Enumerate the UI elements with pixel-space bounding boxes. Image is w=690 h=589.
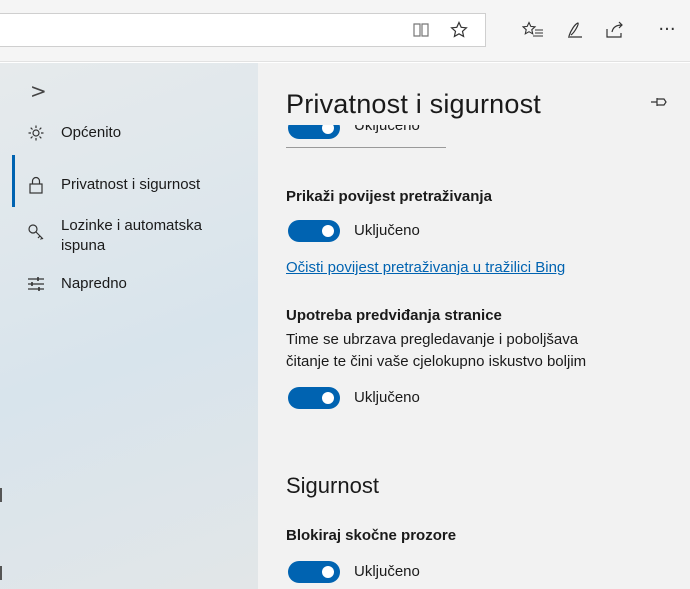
sidebar-item-label-line2: ispuna [61,237,106,254]
share-icon[interactable] [602,18,628,42]
browser-toolbar: ··· [0,0,690,62]
sidebar-item-label: Općenito [61,124,122,141]
setting-title-search-history: Prikaži povijest pretraživanja [286,188,492,205]
setting-description-line1: Time se ubrzava pregledavanje i poboljša… [286,331,579,348]
sidebar-item-label: Privatnost i sigurnost [61,176,201,193]
search-history-toggle[interactable] [288,220,340,242]
more-icon[interactable]: ··· [654,18,680,42]
settings-panel: Privatnost i sigurnost Uključeno Prikaži… [258,63,690,589]
favorite-star-icon[interactable] [446,18,472,42]
page-prediction-toggle[interactable] [288,387,340,409]
clear-bing-history-link[interactable]: Očisti povijest pretraživanja u tražilic… [286,259,565,276]
active-indicator [12,155,15,207]
sidebar-item-label-line1: Lozinke i automatska [61,217,202,234]
window-edge-mark [0,488,2,502]
sliders-icon [26,274,46,294]
toggle-label: Uključeno [354,222,420,239]
block-popups-toggle[interactable] [288,561,340,583]
toggle-switch[interactable] [288,125,340,139]
toggle-label: Uključeno [354,125,420,134]
setting-title-block-popups: Blokiraj skočne prozore [286,527,457,544]
section-title-security: Sigurnost [286,473,379,498]
key-icon [26,222,46,242]
pin-icon[interactable] [650,95,668,109]
setting-title-page-prediction: Upotreba predviđanja stranice [286,307,502,324]
page-title: Privatnost i sigurnost [286,89,542,119]
window-edge-mark [0,566,2,580]
reading-view-icon[interactable] [408,18,434,42]
divider [286,147,446,148]
toggle-label: Uključeno [354,389,420,406]
clipped-setting-row: Uključeno [258,125,690,149]
sidebar-item-label: Napredno [61,275,127,292]
setting-description-line2: čitanje te čini vaše cjelokupno iskustvo… [286,353,587,370]
lock-icon [26,175,46,195]
pen-icon[interactable] [562,18,588,42]
settings-sidebar: > Općenito Privatnost i sigurnost Lozink… [0,63,258,589]
expand-chevron-icon[interactable]: > [30,79,47,103]
favorites-list-icon[interactable] [520,18,546,42]
toggle-label: Uključeno [354,563,420,580]
gear-icon [26,123,46,143]
